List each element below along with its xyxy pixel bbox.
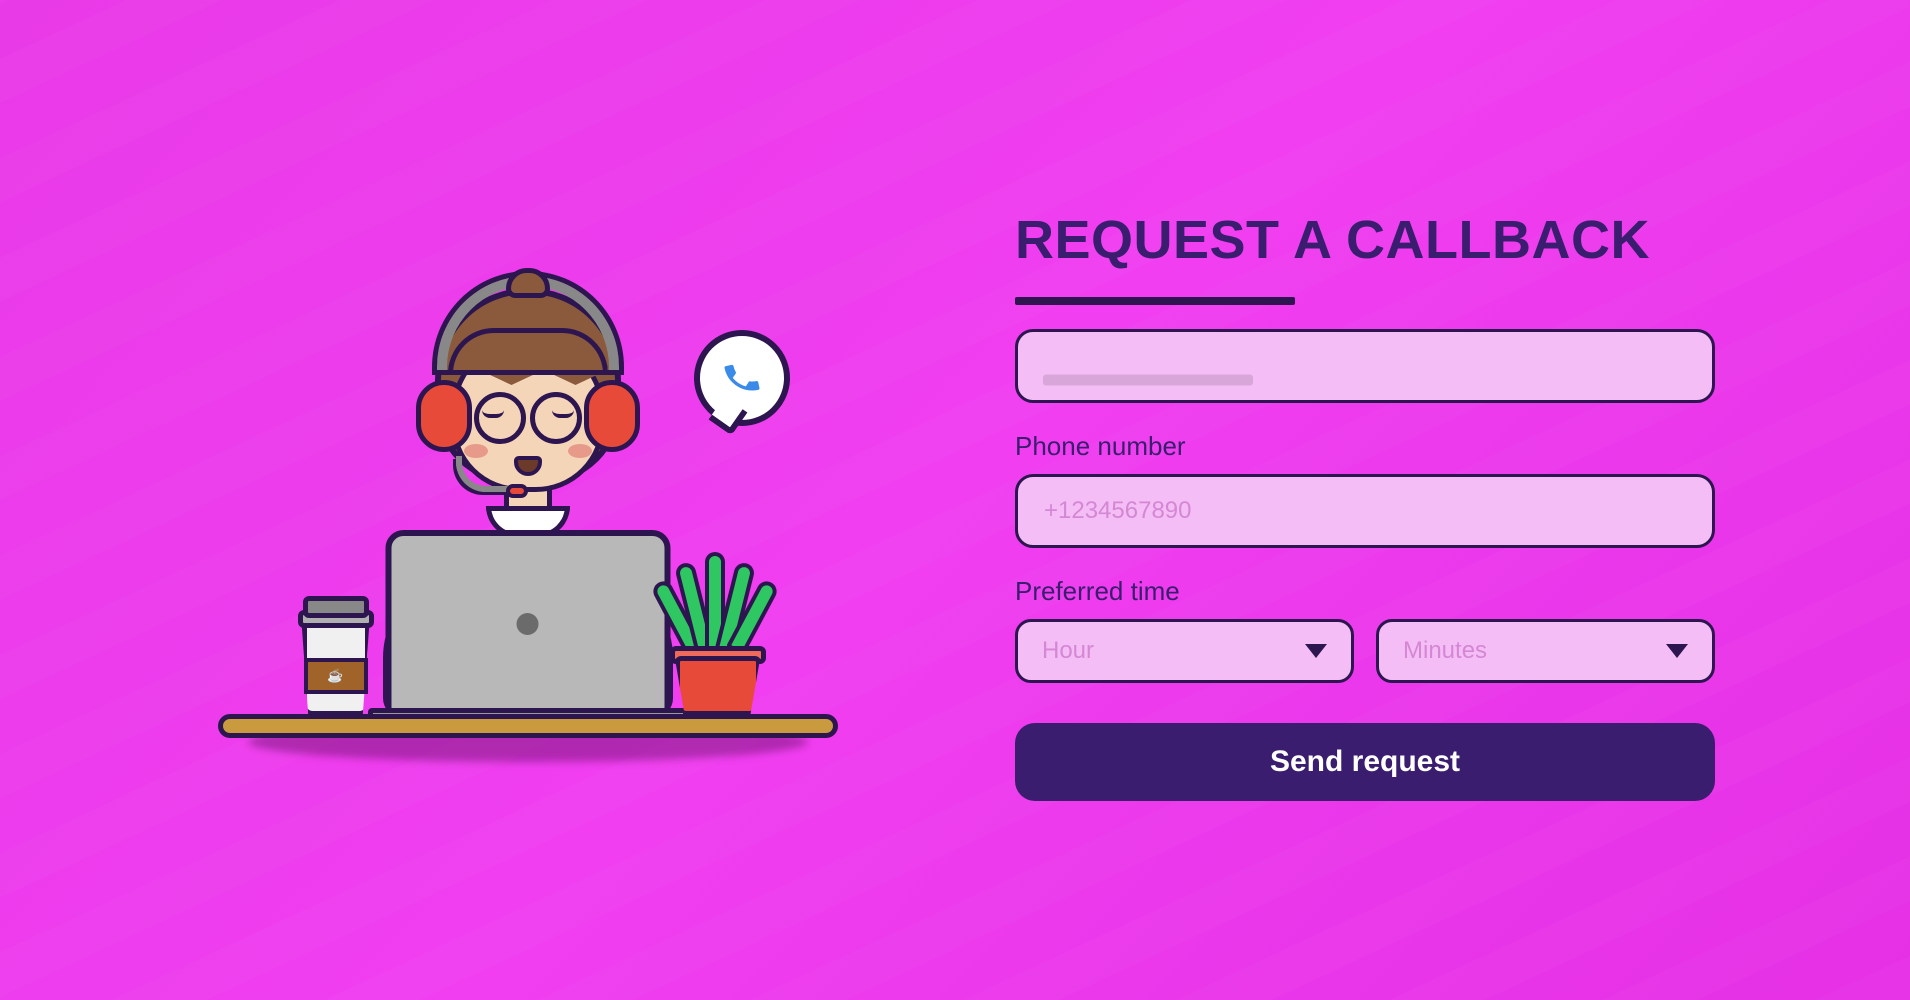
speech-bubble — [694, 330, 790, 426]
laptop-icon — [385, 530, 670, 718]
minutes-placeholder: Minutes — [1403, 637, 1487, 665]
phone-icon — [718, 354, 765, 401]
phone-input[interactable] — [1015, 474, 1715, 548]
headset-earcup — [584, 380, 640, 452]
coffee-cup-icon: ☕ — [296, 596, 376, 716]
send-request-button[interactable]: Send request — [1015, 723, 1715, 801]
headset-mic — [456, 456, 514, 492]
time-label: Preferred time — [1015, 576, 1715, 607]
hour-placeholder: Hour — [1042, 637, 1094, 665]
chevron-down-icon — [1305, 644, 1327, 658]
phone-label: Phone number — [1015, 431, 1715, 462]
title-divider — [1015, 297, 1295, 305]
minutes-select[interactable]: Minutes — [1376, 619, 1715, 683]
chevron-down-icon — [1666, 644, 1688, 658]
form-title: REQUEST A CALLBACK — [1015, 209, 1715, 271]
plant-icon — [658, 546, 778, 716]
callback-illustration: ☕ — [100, 220, 955, 780]
agent-head — [418, 280, 638, 520]
headset-earcup — [416, 380, 472, 452]
glasses-icon — [474, 392, 582, 444]
desk — [218, 714, 838, 738]
callback-form: REQUEST A CALLBACK Phone number Preferre… — [1015, 199, 1715, 801]
name-input[interactable] — [1015, 329, 1715, 403]
hour-select[interactable]: Hour — [1015, 619, 1354, 683]
